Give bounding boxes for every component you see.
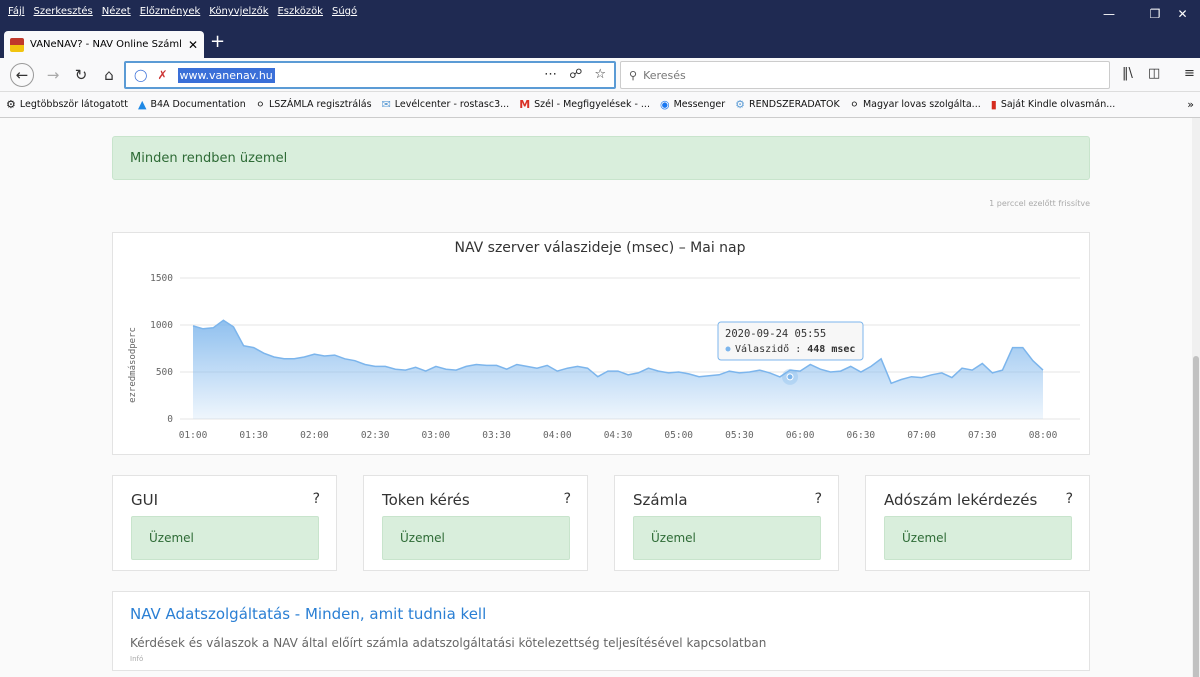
bookmark-b4a[interactable]: ▲ B4A Documentation — [138, 98, 246, 111]
service-status: Üzemel — [382, 516, 570, 560]
star-icon[interactable]: ☆ — [594, 67, 606, 82]
menu-file[interactable]: Fájl — [8, 6, 25, 17]
browser-tab[interactable]: VANeNAV? - NAV Online Száml ✕ — [4, 31, 204, 58]
bookmark-most-visited[interactable]: ⚙ Legtöbbször látogatott — [6, 98, 128, 111]
navigation-bar: ← → ↻ ⌂ ◯ ✗ www.vanenav.hu ⋯ ☍ ☆ ⚲ Keres… — [0, 58, 1200, 92]
pocket-icon[interactable]: ☍ — [569, 67, 582, 82]
reload-icon: ↻ — [74, 66, 88, 84]
globe-icon: ⚪ — [849, 98, 859, 111]
bookmark-magyar-lovas[interactable]: ⚪ Magyar lovas szolgálta... — [850, 98, 981, 111]
info-box: NAV Adatszolgáltatás - Minden, amit tudn… — [112, 591, 1090, 671]
home-icon: ⌂ — [104, 66, 114, 84]
hamburger-menu-icon[interactable]: ≡ — [1184, 66, 1195, 81]
bookmark-kindle[interactable]: ▮ Saját Kindle olvasmán... — [991, 98, 1116, 111]
response-time-chart — [112, 232, 1090, 455]
menu-history[interactable]: Előzmények — [140, 6, 201, 17]
menu-view[interactable]: Nézet — [102, 6, 131, 17]
scrollbar[interactable] — [1192, 118, 1200, 677]
service-status: Üzemel — [633, 516, 821, 560]
back-button[interactable]: ← — [10, 63, 34, 87]
globe-icon: ⚪ — [255, 98, 265, 111]
info-tag: Infó — [130, 655, 144, 663]
gear-icon: ⚙ — [6, 98, 16, 111]
bookmark-szel[interactable]: M Szél - Megfigyelések - ... — [519, 98, 650, 111]
help-icon[interactable]: ? — [815, 491, 822, 507]
restore-icon: ❐ — [1149, 6, 1161, 21]
shield-icon[interactable]: ◯ — [134, 68, 147, 82]
tab-title: VANeNAV? - NAV Online Száml — [30, 39, 182, 50]
bookmark-rendszeradatok[interactable]: ⚙ RENDSZERADATOK — [735, 98, 840, 111]
help-icon[interactable]: ? — [1066, 491, 1073, 507]
arrow-left-icon: ← — [15, 66, 29, 84]
menu-bar: Fájl Szerkesztés Nézet Előzmények Könyvj… — [8, 6, 357, 17]
close-window-button[interactable]: ✕ — [1165, 0, 1200, 27]
search-icon: ⚲ — [629, 68, 638, 82]
service-card-token: Token kérés ? Üzemel — [363, 475, 588, 571]
service-status: Üzemel — [884, 516, 1072, 560]
service-name: Számla — [633, 491, 688, 509]
service-name: Adószám lekérdezés — [884, 491, 1038, 509]
menu-help[interactable]: Súgó — [332, 6, 357, 17]
info-link[interactable]: NAV Adatszolgáltatás - Minden, amit tudn… — [130, 605, 486, 623]
search-placeholder: Keresés — [643, 68, 686, 82]
close-icon: ✕ — [1177, 6, 1188, 21]
bookmark-levelcenter[interactable]: ✉ Levélcenter - rostasc3... — [382, 98, 510, 111]
service-name: GUI — [131, 491, 159, 509]
minimize-icon: — — [1103, 6, 1115, 21]
service-name: Token kérés — [382, 491, 470, 509]
new-tab-button[interactable]: + — [210, 33, 225, 51]
help-icon[interactable]: ? — [564, 491, 571, 507]
messenger-icon: ◉ — [659, 98, 670, 111]
bookmark-messenger[interactable]: ◉ Messenger — [660, 98, 725, 111]
bookmarks-bar: ⚙ Legtöbbször látogatott ▲ B4A Documentati… — [0, 92, 1200, 118]
bookmark-lszamla[interactable]: ⚪ LSZÁMLA regisztrálás — [256, 98, 372, 111]
more-bookmarks-icon[interactable]: » — [1187, 98, 1194, 111]
library-icon[interactable]: ‖\ — [1122, 66, 1133, 81]
refreshed-label: 1 perccel ezelőtt frissítve — [989, 199, 1090, 208]
home-button[interactable]: ⌂ — [98, 64, 120, 86]
service-card-gui: GUI ? Üzemel — [112, 475, 337, 571]
chart-title: NAV szerver válaszideje (msec) – Mai nap — [454, 240, 746, 256]
title-bar: Fájl Szerkesztés Nézet Előzmények Könyvj… — [0, 0, 1200, 27]
search-box[interactable]: ⚲ Keresés — [620, 61, 1110, 89]
scrollbar-thumb[interactable] — [1193, 356, 1199, 677]
gmail-icon: M — [519, 98, 531, 111]
url-text[interactable]: www.vanenav.hu — [177, 67, 275, 83]
tab-strip: VANeNAV? - NAV Online Száml ✕ + — [0, 27, 1200, 58]
help-icon[interactable]: ? — [313, 491, 320, 507]
sidebar-icon[interactable]: ◫ — [1148, 66, 1160, 81]
service-card-szamla: Számla ? Üzemel — [614, 475, 839, 571]
menu-edit[interactable]: Szerkesztés — [34, 6, 93, 17]
info-description: Kérdések és válaszok a NAV által előírt … — [130, 636, 767, 650]
reload-button[interactable]: ↻ — [70, 64, 92, 86]
status-banner: Minden rendben üzemel — [112, 136, 1090, 180]
flag-icon: ▮ — [990, 98, 997, 111]
arrow-right-icon: → — [46, 66, 60, 84]
b4a-icon: ▲ — [137, 98, 147, 111]
insecure-lock-icon[interactable]: ✗ — [157, 68, 167, 82]
address-bar[interactable]: ◯ ✗ www.vanenav.hu ⋯ ☍ ☆ — [124, 61, 616, 89]
forward-button[interactable]: → — [42, 64, 64, 86]
page-actions-icon[interactable]: ⋯ — [544, 67, 557, 82]
menu-bookmarks[interactable]: Könyvjelzők — [209, 6, 268, 17]
service-status: Üzemel — [131, 516, 319, 560]
service-card-adoszam: Adószám lekérdezés ? Üzemel — [865, 475, 1090, 571]
mail-icon: ✉ — [381, 98, 391, 111]
site-favicon-icon — [10, 37, 24, 52]
server-icon: ⚙ — [735, 98, 746, 111]
close-tab-icon[interactable]: ✕ — [188, 38, 198, 52]
minimize-button[interactable]: — — [1086, 0, 1132, 27]
menu-tools[interactable]: Eszközök — [277, 6, 323, 17]
